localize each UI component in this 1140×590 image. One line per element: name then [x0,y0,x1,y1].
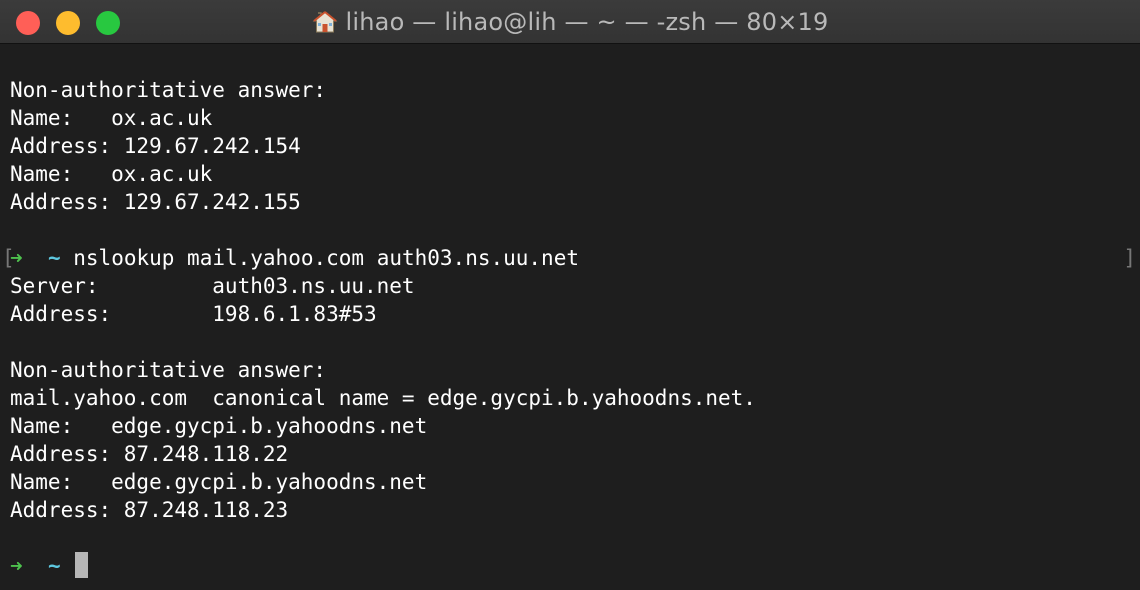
output-line: Address: 129.67.242.155 [10,190,301,214]
terminal-window: lihao — lihao@lih — ~ — -zsh — 80×19 Non… [0,0,1140,590]
output-line: Non-authoritative answer: [10,78,327,102]
output-line: Name: edge.gycpi.b.yahoodns.net [10,470,428,494]
output-line: Server: auth03.ns.uu.net [10,274,415,298]
home-icon [312,11,337,33]
prompt-cwd: ~ [47,246,61,270]
mark-bracket-left: [ [2,246,15,270]
text-cursor[interactable] [74,552,88,578]
prompt-cwd: ~ [47,554,61,578]
terminal-output[interactable]: Non-authoritative answer: Name: ox.ac.uk A… [0,48,1140,580]
output-line: Address: 87.248.118.23 [10,498,289,522]
title-bar[interactable]: lihao — lihao@lih — ~ — -zsh — 80×19 [0,0,1140,44]
command-text: nslookup mail.yahoo.com auth03.ns.uu.net [73,246,579,270]
prompt-arrow-icon: ➜ [10,554,23,578]
output-line: Name: ox.ac.uk [10,106,213,130]
output-line: Name: edge.gycpi.b.yahoodns.net [10,414,428,438]
prompt-line-idle: ➜ ~ [0,552,1140,580]
title-area: lihao — lihao@lih — ~ — -zsh — 80×19 [0,0,1140,44]
output-line: Name: ox.ac.uk [10,162,213,186]
mark-bracket-right: ] [1123,246,1136,270]
output-line: Address: 198.6.1.83#53 [10,302,377,326]
output-line: Address: 87.248.118.22 [10,442,289,466]
output-line: Non-authoritative answer: [10,358,327,382]
output-line: mail.yahoo.com canonical name = edge.gyc… [10,386,756,410]
prompt-line: [➜ ~ nslookup mail.yahoo.com auth03.ns.u… [0,244,1140,272]
output-line: Address: 129.67.242.154 [10,134,301,158]
window-title: lihao — lihao@lih — ~ — -zsh — 80×19 [345,8,829,36]
